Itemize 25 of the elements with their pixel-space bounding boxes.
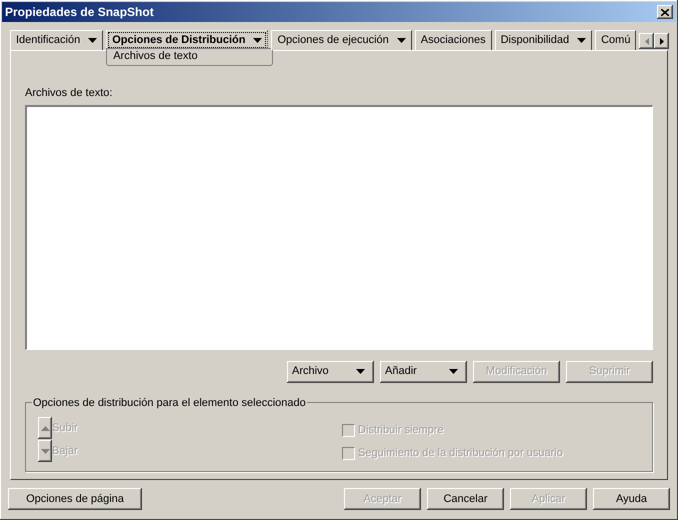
close-icon	[661, 8, 669, 16]
up-arrow-icon	[40, 426, 50, 430]
tab[interactable]: Asociaciones	[414, 30, 492, 50]
dropdown-button[interactable]: Archivo	[287, 360, 374, 382]
dropdown-button[interactable]: Añadir	[380, 360, 467, 382]
tab[interactable]: Disponibilidad	[494, 30, 592, 50]
push-button[interactable]: Ayuda	[593, 488, 670, 510]
group-title: Opciones de distribución para el elemento seleccionado	[32, 394, 307, 411]
down-arrow-icon	[40, 448, 50, 454]
window-title: Propiedades de SnapShot	[5, 4, 154, 21]
tab[interactable]: Identificación	[10, 30, 104, 50]
list-label: Archivos de texto:	[25, 86, 114, 101]
tab[interactable]: Opciones de ejecución	[271, 30, 412, 50]
caret-icon	[449, 369, 458, 374]
push-button[interactable]: Cancelar	[427, 488, 504, 510]
scroll-right-button[interactable]	[654, 33, 670, 49]
tab[interactable]: Opciones de Distribución	[106, 30, 268, 50]
menu-item[interactable]: Archivos de texto	[113, 49, 266, 63]
scroll-left-button[interactable]	[639, 33, 654, 49]
left-arrow-icon	[644, 38, 649, 44]
push-button[interactable]: Opciones de página	[8, 488, 142, 510]
tab[interactable]: Comú	[595, 30, 636, 50]
caret-icon	[356, 369, 365, 374]
right-arrow-icon	[660, 38, 664, 44]
close-button[interactable]	[657, 5, 673, 19]
